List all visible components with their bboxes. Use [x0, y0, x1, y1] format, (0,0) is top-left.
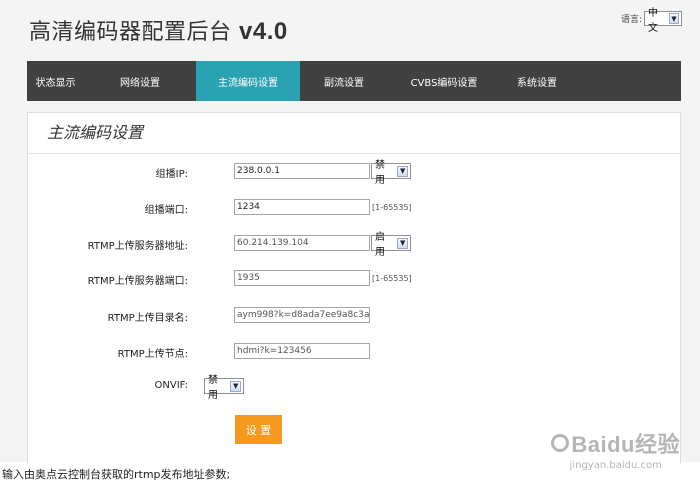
baidu-watermark: Baidu经验 jingyan.baidu.com [551, 427, 680, 471]
rtmp-server-input[interactable]: 60.214.139.104 [234, 235, 370, 251]
row-rtmp-port: RTMP上传服务器端口: 1935 [1-65535] [28, 270, 680, 288]
baidu-paw-icon [551, 434, 570, 452]
multicast-ip-select-value: 禁用 [375, 160, 385, 186]
nav-tab-label: 主流编码设置 [218, 77, 278, 89]
chevron-down-icon: ▼ [397, 237, 408, 249]
language-switcher: 语言: 中文 ▼ [620, 8, 682, 34]
title-text: 高清编码器配置后台 [29, 20, 232, 45]
row-multicast-port: 组播端口: 1234 [1-65535] [28, 199, 680, 217]
rtmp-dir-label: RTMP上传目录名: [107, 313, 188, 324]
row-rtmp-dir: RTMP上传目录名: aym998?k=d8ada7ee9a8c3ae3e [28, 307, 680, 325]
rtmp-port-label: RTMP上传服务器端口: [87, 276, 188, 287]
watermark-url: jingyan.baidu.com [569, 460, 662, 471]
watermark-brand: Baidu经验 [551, 427, 680, 459]
language-value: 中文 [648, 7, 658, 34]
caption-text: 输入由奥点云控制台获取的rtmp发布地址参数; [2, 468, 231, 481]
nav-tab-label: 系统设置 [517, 77, 557, 89]
nav-tab-label: CVBS编码设置 [410, 77, 478, 89]
onvif-select-value: 禁用 [208, 375, 218, 401]
chevron-down-icon: ▼ [397, 165, 408, 177]
multicast-ip-label: 组播IP: [155, 169, 188, 180]
multicast-port-input[interactable]: 1234 [234, 199, 370, 215]
language-select[interactable]: 中文 ▼ [644, 8, 682, 34]
multicast-ip-input[interactable]: 238.0.0.1 [234, 163, 370, 179]
rtmp-node-label: RTMP上传节点: [117, 349, 188, 360]
nav-tab-network[interactable]: 网络设置 [84, 61, 196, 101]
nav-tab-cvbs-encoding[interactable]: CVBS编码设置 [388, 61, 500, 101]
panel-divider [28, 153, 680, 154]
nav-tab-main-encoding[interactable]: 主流编码设置 [196, 61, 300, 101]
panel-title: 主流编码设置 [47, 123, 144, 142]
multicast-port-label: 组播端口: [144, 205, 188, 216]
rtmp-server-select[interactable]: 启用 ▼ [371, 232, 411, 258]
onvif-select[interactable]: 禁用 ▼ [204, 375, 244, 401]
nav-tab-label: 网络设置 [120, 77, 160, 89]
multicast-port-range-hint: [1-65535] [372, 203, 412, 212]
row-rtmp-node: RTMP上传节点: hdmi?k=123456 [28, 343, 680, 361]
nav-tab-label: 副流设置 [324, 77, 364, 89]
multicast-ip-select[interactable]: 禁用 ▼ [371, 160, 411, 186]
watermark-brand-text: Baidu经验 [571, 432, 680, 457]
rtmp-server-select-value: 启用 [375, 232, 385, 258]
nav-tab-sub-stream[interactable]: 副流设置 [300, 61, 388, 101]
page-title: 高清编码器配置后台 v4.0 [29, 14, 288, 46]
settings-panel: 主流编码设置 组播IP: 238.0.0.1 禁用 ▼ 组播端口: 1234 [… [27, 112, 681, 464]
nav-tab-label: 状态显示 [35, 77, 76, 89]
chevron-down-icon: ▼ [668, 13, 679, 24]
rtmp-dir-input[interactable]: aym998?k=d8ada7ee9a8c3ae3e [234, 307, 370, 323]
row-onvif: ONVIF: 禁用 ▼ [28, 375, 680, 401]
nav-tab-system[interactable]: 系统设置 [500, 61, 574, 101]
main-nav: 状态显示 网络设置 主流编码设置 副流设置 CVBS编码设置 系统设置 [27, 61, 681, 101]
rtmp-server-label: RTMP上传服务器地址: [87, 241, 188, 252]
chevron-down-icon: ▼ [230, 380, 241, 392]
rtmp-node-input[interactable]: hdmi?k=123456 [234, 343, 370, 359]
save-button[interactable]: 设 置 [235, 415, 282, 444]
version-text: v4.0 [239, 18, 288, 45]
row-multicast-ip: 组播IP: 238.0.0.1 禁用 ▼ [28, 160, 680, 186]
rtmp-port-range-hint: [1-65535] [372, 274, 412, 283]
nav-tab-status[interactable]: 状态显示 [27, 61, 84, 101]
rtmp-port-input[interactable]: 1935 [234, 270, 370, 286]
row-rtmp-server: RTMP上传服务器地址: 60.214.139.104 启用 ▼ [28, 232, 680, 258]
language-label: 语言: [620, 15, 642, 25]
onvif-label: ONVIF: [154, 380, 189, 391]
